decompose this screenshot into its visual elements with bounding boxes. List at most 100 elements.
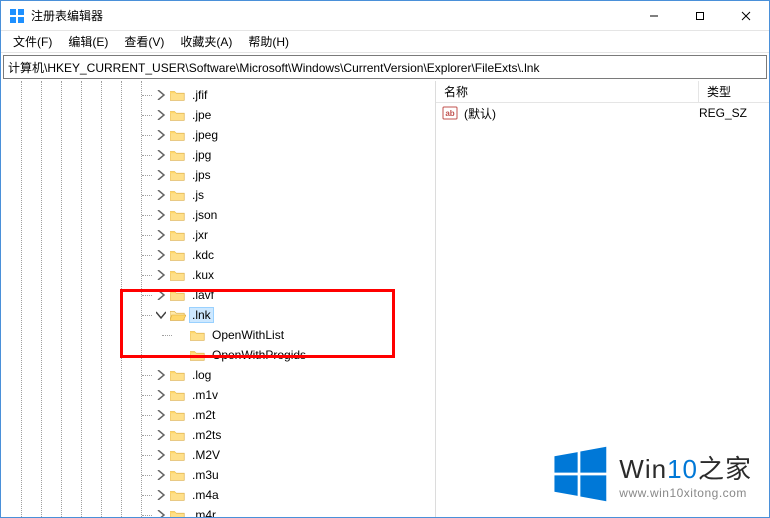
values-header: 名称 类型	[436, 81, 769, 103]
tree-item[interactable]: .json	[1, 205, 435, 225]
tree-item-label: .m4a	[190, 488, 221, 502]
column-name[interactable]: 名称	[436, 81, 699, 102]
menu-view[interactable]: 查看(V)	[116, 31, 172, 52]
tree-item-label: .jfif	[190, 88, 209, 102]
chevron-right-icon[interactable]	[154, 368, 168, 382]
tree: .jfif .jpe .jpeg .jpg .jps .js .json .jxr .kdc .k…	[1, 81, 435, 517]
chevron-right-icon[interactable]	[154, 428, 168, 442]
window-title: 注册表编辑器	[31, 7, 631, 24]
tree-item[interactable]: .m2t	[1, 405, 435, 425]
tree-item[interactable]: .lavf	[1, 285, 435, 305]
folder-open-icon	[170, 308, 186, 322]
menubar: 文件(F) 编辑(E) 查看(V) 收藏夹(A) 帮助(H)	[1, 31, 769, 53]
chevron-right-icon[interactable]	[154, 208, 168, 222]
tree-item-label: .jps	[190, 168, 213, 182]
tree-item[interactable]: .jpe	[1, 105, 435, 125]
tree-item[interactable]: .log	[1, 365, 435, 385]
menu-help[interactable]: 帮助(H)	[240, 31, 297, 52]
chevron-right-icon[interactable]	[154, 128, 168, 142]
folder-icon	[170, 148, 186, 162]
tree-item[interactable]: .kux	[1, 265, 435, 285]
tree-item-label: .m3u	[190, 468, 221, 482]
folder-icon	[170, 408, 186, 422]
tree-item[interactable]: .lnk	[1, 305, 435, 325]
chevron-right-icon[interactable]	[154, 248, 168, 262]
tree-item-label: .jpeg	[190, 128, 220, 142]
folder-icon	[170, 448, 186, 462]
tree-item[interactable]: .m4r	[1, 505, 435, 517]
tree-item-label: .m4r	[190, 508, 218, 517]
chevron-right-icon[interactable]	[154, 228, 168, 242]
tree-item[interactable]: .jpeg	[1, 125, 435, 145]
chevron-down-icon[interactable]	[154, 308, 168, 322]
values-pane: 名称 类型 (默认)REG_SZ	[436, 81, 769, 517]
tree-item[interactable]: .js	[1, 185, 435, 205]
tree-item-label: .jxr	[190, 228, 210, 242]
folder-icon	[170, 108, 186, 122]
chevron-right-icon[interactable]	[154, 188, 168, 202]
tree-item[interactable]: .kdc	[1, 245, 435, 265]
tree-item-label: .jpg	[190, 148, 213, 162]
chevron-right-icon[interactable]	[154, 508, 168, 517]
folder-icon	[170, 208, 186, 222]
chevron-right-icon[interactable]	[154, 488, 168, 502]
folder-icon	[170, 228, 186, 242]
folder-icon	[170, 248, 186, 262]
content-area: .jfif .jpe .jpeg .jpg .jps .js .json .jxr .kdc .k…	[1, 81, 769, 517]
folder-icon	[190, 328, 206, 342]
folder-icon	[170, 488, 186, 502]
chevron-right-icon[interactable]	[154, 448, 168, 462]
menu-favorites[interactable]: 收藏夹(A)	[172, 31, 240, 52]
chevron-right-icon[interactable]	[154, 108, 168, 122]
tree-item[interactable]: OpenWithProgids	[1, 345, 435, 365]
value-row[interactable]: (默认)REG_SZ	[436, 103, 769, 123]
maximize-button[interactable]	[677, 1, 723, 30]
tree-item[interactable]: .jxr	[1, 225, 435, 245]
close-button[interactable]	[723, 1, 769, 30]
folder-icon	[170, 168, 186, 182]
tree-item[interactable]: .m3u	[1, 465, 435, 485]
expander-none	[174, 348, 188, 362]
chevron-right-icon[interactable]	[154, 288, 168, 302]
tree-item-label: .kdc	[190, 248, 216, 262]
folder-icon	[170, 468, 186, 482]
folder-icon	[170, 88, 186, 102]
tree-item[interactable]: .m2ts	[1, 425, 435, 445]
tree-pane[interactable]: .jfif .jpe .jpeg .jpg .jps .js .json .jxr .kdc .k…	[1, 81, 436, 517]
folder-icon	[170, 268, 186, 282]
titlebar: 注册表编辑器	[1, 1, 769, 31]
column-type[interactable]: 类型	[699, 81, 769, 102]
tree-item[interactable]: OpenWithList	[1, 325, 435, 345]
folder-icon	[170, 128, 186, 142]
tree-item[interactable]: .jps	[1, 165, 435, 185]
value-name: (默认)	[464, 105, 699, 122]
folder-icon	[170, 388, 186, 402]
minimize-button[interactable]	[631, 1, 677, 30]
chevron-right-icon[interactable]	[154, 468, 168, 482]
tree-item[interactable]: .M2V	[1, 445, 435, 465]
tree-item-label: .m2t	[190, 408, 217, 422]
chevron-right-icon[interactable]	[154, 148, 168, 162]
tree-item-label: .jpe	[190, 108, 213, 122]
tree-item[interactable]: .m1v	[1, 385, 435, 405]
menu-file[interactable]: 文件(F)	[5, 31, 60, 52]
tree-item-label: OpenWithList	[210, 328, 286, 342]
chevron-right-icon[interactable]	[154, 88, 168, 102]
tree-item-label: .js	[190, 188, 206, 202]
chevron-right-icon[interactable]	[154, 408, 168, 422]
tree-item[interactable]: .jfif	[1, 85, 435, 105]
chevron-right-icon[interactable]	[154, 268, 168, 282]
expander-none	[174, 328, 188, 342]
folder-icon	[190, 348, 206, 362]
tree-item[interactable]: .jpg	[1, 145, 435, 165]
folder-icon	[170, 368, 186, 382]
menu-edit[interactable]: 编辑(E)	[60, 31, 116, 52]
folder-icon	[170, 288, 186, 302]
tree-item-label: .lnk	[190, 308, 213, 322]
chevron-right-icon[interactable]	[154, 168, 168, 182]
tree-item-label: .M2V	[190, 448, 222, 462]
chevron-right-icon[interactable]	[154, 388, 168, 402]
address-bar[interactable]: 计算机\HKEY_CURRENT_USER\Software\Microsoft…	[3, 55, 767, 79]
tree-item-label: OpenWithProgids	[210, 348, 308, 362]
tree-item[interactable]: .m4a	[1, 485, 435, 505]
